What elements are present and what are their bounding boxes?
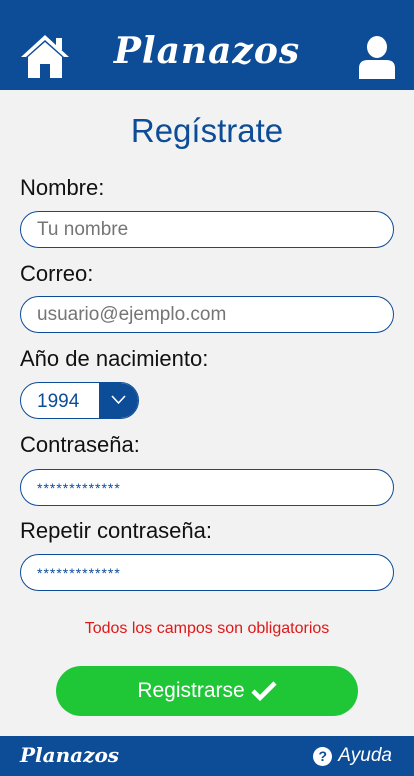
repeat-password-label: Repetir contraseña:	[20, 518, 212, 543]
email-input[interactable]	[20, 296, 394, 333]
app-header: Planazos	[0, 0, 414, 90]
dropdown-toggle[interactable]	[99, 383, 138, 418]
birth-year-label: Año de nacimiento:	[20, 346, 209, 371]
password-label: Contraseña:	[20, 432, 140, 457]
name-label: Nombre:	[20, 175, 105, 200]
error-message: Todos los campos son obligatorios	[84, 620, 330, 637]
page-title: Regístrate	[130, 112, 284, 149]
email-label: Correo:	[20, 261, 94, 286]
password-input[interactable]	[20, 469, 394, 506]
register-button-label: Registrarse	[137, 679, 245, 702]
app-logo: Planazos	[113, 30, 301, 72]
footer-logo: Planazos	[20, 743, 120, 767]
birth-year-value: 1994	[37, 391, 80, 412]
app-footer: Planazos ? Ayuda	[0, 736, 414, 776]
help-label: Ayuda	[338, 745, 392, 766]
user-icon	[359, 36, 395, 79]
profile-button[interactable]	[358, 35, 396, 79]
checkmark-icon	[251, 681, 277, 702]
question-icon: ?	[313, 746, 333, 766]
name-input[interactable]	[20, 211, 394, 248]
chevron-down-icon	[111, 395, 126, 405]
repeat-password-input[interactable]	[20, 554, 394, 591]
register-button[interactable]: Registrarse	[56, 666, 358, 716]
birth-year-select[interactable]: 1994	[20, 382, 139, 419]
help-link[interactable]: ? Ayuda	[313, 745, 392, 767]
